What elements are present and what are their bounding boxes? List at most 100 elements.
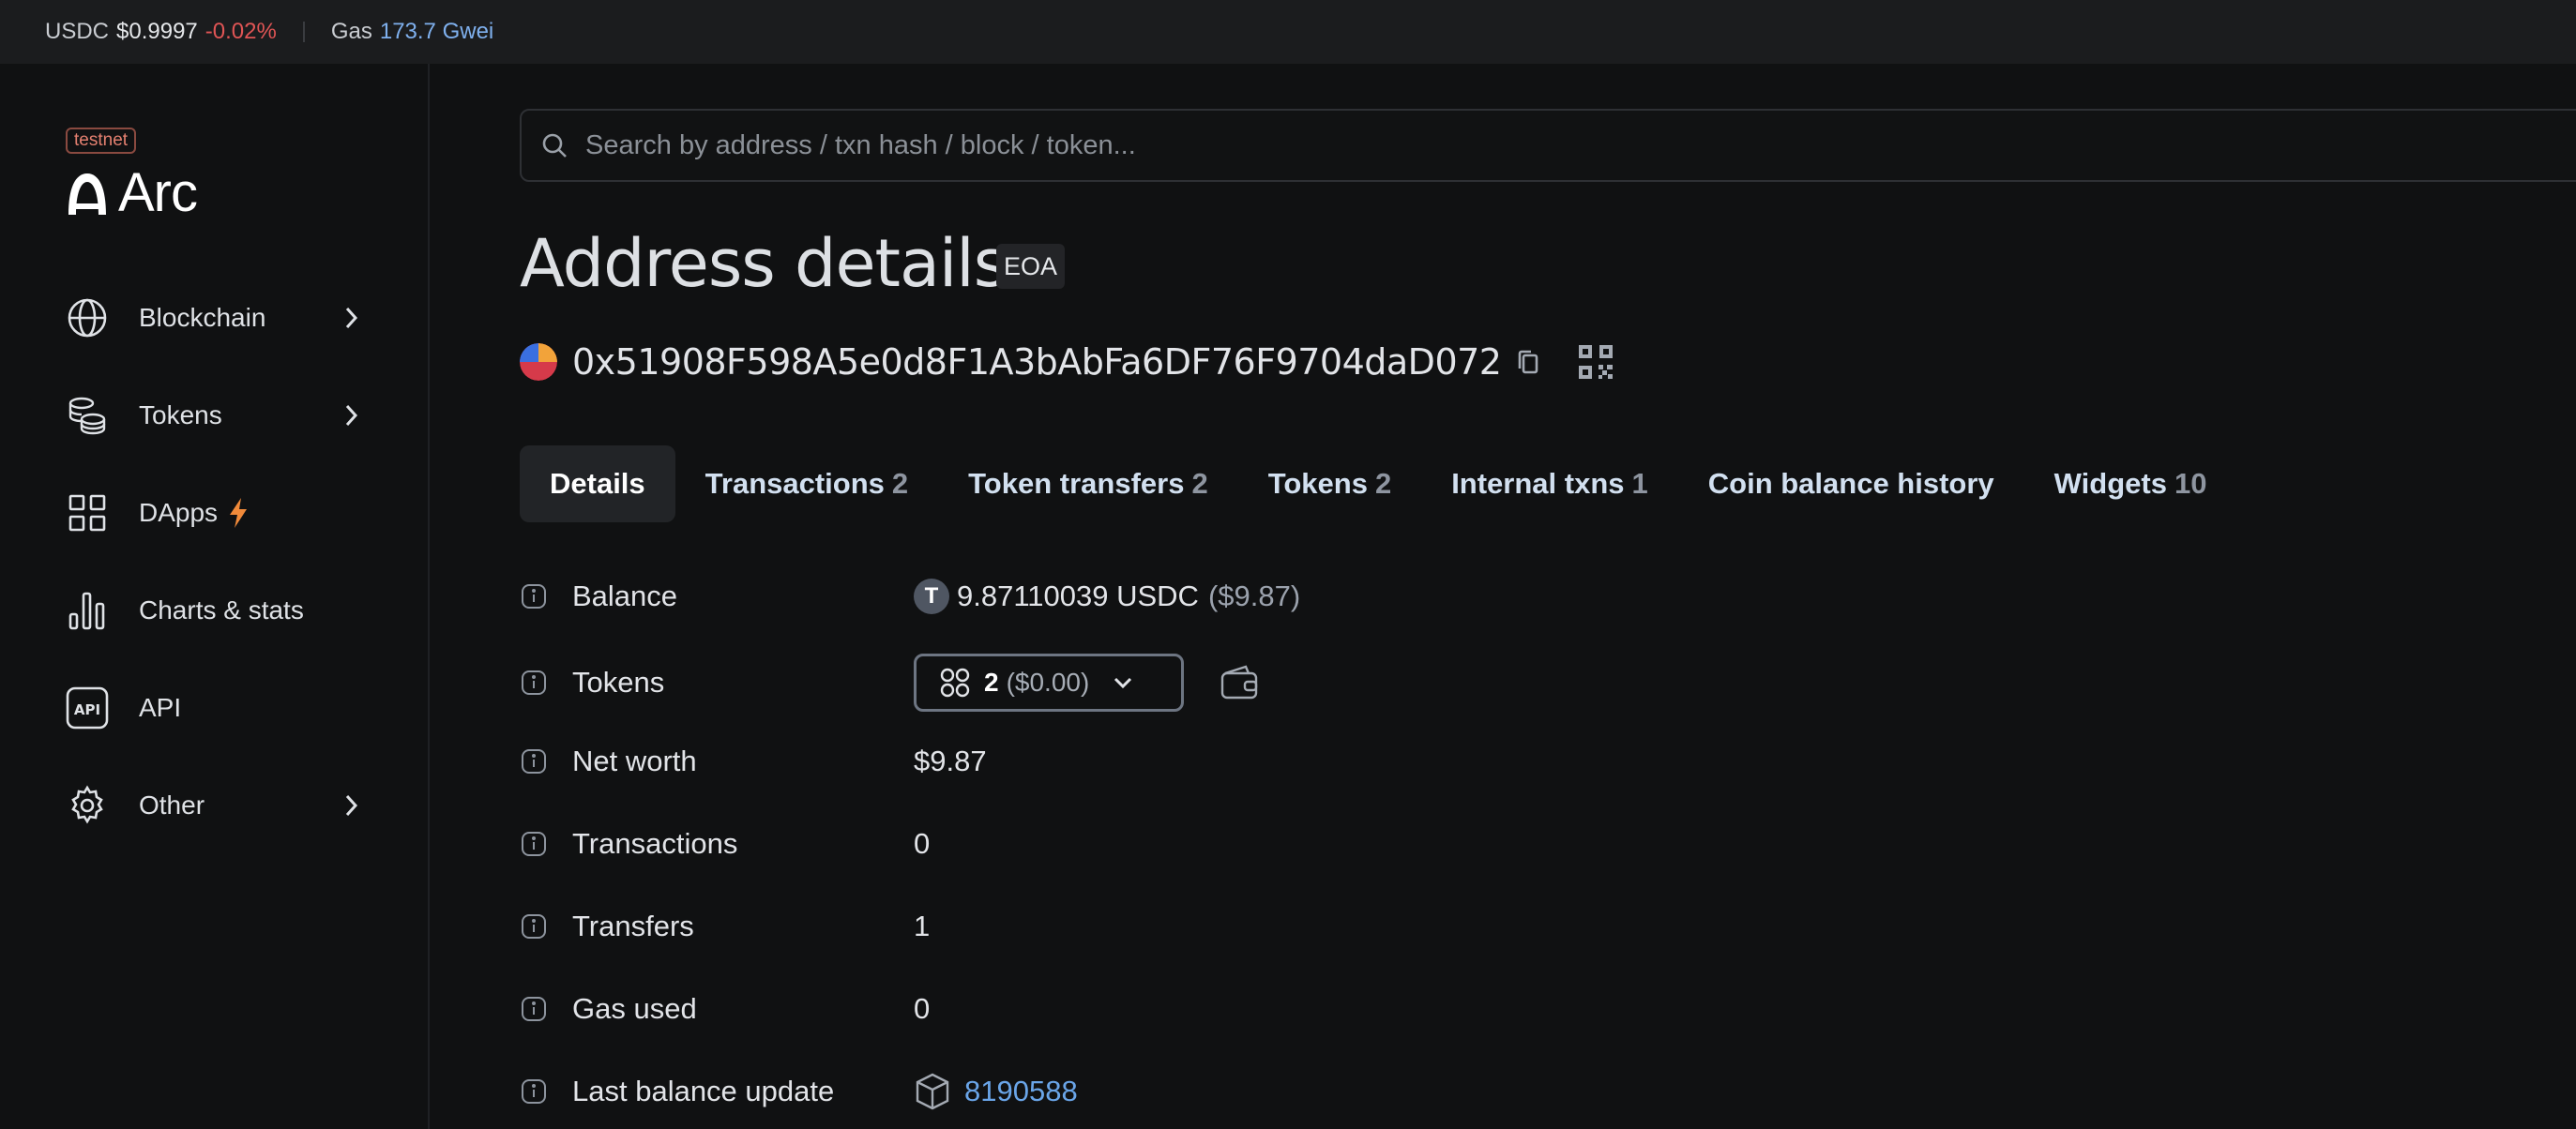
sidebar: testnet Arc Blockchain Tokens DApps Char…	[0, 64, 430, 1129]
tab-count: 2	[891, 467, 909, 500]
sidebar-item-label: DApps	[139, 498, 219, 527]
tab-label: Widgets	[2053, 467, 2167, 500]
detail-row-gas-used: Gas used 0	[520, 981, 2021, 1037]
sidebar-item-tokens[interactable]: Tokens	[64, 387, 373, 444]
token-symbol: USDC	[45, 19, 110, 44]
qr-code-icon[interactable]	[1578, 344, 1614, 380]
info-icon[interactable]	[520, 1077, 548, 1106]
svg-text:API: API	[74, 701, 100, 718]
tab-transactions[interactable]: Transactions 2	[675, 445, 939, 522]
detail-row-transfers: Transfers 1	[520, 898, 2021, 955]
tab-label: Details	[550, 467, 645, 500]
block-cube-icon	[916, 1073, 949, 1110]
detail-row-balance: Balance T 9.87110039 USDC ($9.87)	[520, 568, 2021, 625]
sidebar-item-label: Blockchain	[139, 303, 266, 332]
address-row: 0x51908F598A5e0d8F1A3bAbFa6DF76F9704daD0…	[520, 341, 1614, 383]
bar-chart-icon	[64, 587, 111, 634]
info-icon[interactable]	[520, 669, 548, 697]
detail-label: Transfers	[572, 910, 694, 942]
tab-widgets[interactable]: Widgets 10	[2024, 445, 2237, 522]
transfers-link[interactable]: 1	[914, 910, 930, 943]
tab-label: Tokens	[1267, 467, 1368, 500]
search-icon	[542, 133, 567, 158]
detail-value: T 9.87110039 USDC ($9.87)	[914, 579, 1300, 614]
lightning-icon	[230, 498, 248, 528]
tab-internal-txns[interactable]: Internal txns 1	[1421, 445, 1678, 522]
tab-details[interactable]: Details	[520, 445, 675, 522]
coins-icon	[64, 392, 111, 439]
tab-count: 10	[2174, 467, 2207, 500]
detail-row-transactions: Transactions 0	[520, 816, 2021, 872]
sidebar-item-api[interactable]: API API	[64, 680, 373, 736]
info-icon[interactable]	[520, 995, 548, 1023]
address-hash: 0x51908F598A5e0d8F1A3bAbFa6DF76F9704daD0…	[572, 341, 1502, 383]
tab-count: 2	[1191, 467, 1208, 500]
logo-text: Arc	[118, 162, 198, 223]
tab-label: Internal txns	[1451, 467, 1625, 500]
detail-row-tokens: Tokens 2 ($0.00)	[520, 650, 2021, 715]
token-price: $0.9997	[116, 19, 198, 44]
detail-label: Transactions	[572, 827, 738, 860]
search-bar[interactable]	[520, 109, 2576, 182]
detail-label: Last balance update	[572, 1075, 835, 1107]
gas-used-value: 0	[914, 992, 931, 1025]
sidebar-item-label: Tokens	[139, 400, 222, 429]
detail-label: Tokens	[572, 666, 665, 699]
sidebar-item-label: Charts & stats	[139, 595, 304, 625]
chevron-right-icon	[345, 794, 358, 817]
sidebar-item-label: API	[139, 693, 182, 722]
info-icon[interactable]	[520, 582, 548, 610]
logo[interactable]: Arc	[66, 161, 198, 224]
block-number-link[interactable]: 8190588	[964, 1075, 1078, 1108]
gear-icon	[64, 782, 111, 829]
tab-token-transfers[interactable]: Token transfers 2	[938, 445, 1238, 522]
detail-row-last-balance-update: Last balance update 8190588	[520, 1063, 2021, 1120]
sidebar-item-other[interactable]: Other	[64, 777, 373, 834]
info-icon[interactable]	[520, 747, 548, 775]
chevron-right-icon	[345, 404, 358, 427]
testnet-badge: testnet	[66, 128, 137, 154]
sidebar-item-charts[interactable]: Charts & stats	[64, 582, 373, 639]
tab-count: 1	[1631, 467, 1648, 500]
detail-row-net-worth: Net worth $9.87	[520, 733, 2021, 790]
copy-icon[interactable]	[1516, 348, 1540, 376]
tokens-dropdown[interactable]: 2 ($0.00)	[914, 654, 1184, 712]
divider	[302, 22, 305, 42]
tab-tokens[interactable]: Tokens 2	[1238, 445, 1421, 522]
sidebar-item-blockchain[interactable]: Blockchain	[64, 290, 373, 346]
detail-value: 8190588	[914, 1072, 1078, 1111]
tab-label: Transactions	[705, 467, 885, 500]
api-icon: API	[64, 685, 111, 731]
search-input[interactable]	[585, 129, 1993, 161]
detail-label: Gas used	[572, 992, 697, 1025]
arc-logo-icon	[68, 173, 106, 215]
info-icon[interactable]	[520, 912, 548, 941]
sidebar-item-dapps[interactable]: DApps	[64, 485, 373, 541]
chevron-right-icon	[345, 307, 358, 329]
gas-label: Gas	[330, 19, 372, 44]
address-avatar	[520, 343, 557, 381]
balance-usd: ($9.87)	[1207, 580, 1301, 612]
usdc-token-icon: T	[914, 579, 949, 614]
wallet-icon[interactable]	[1220, 665, 1259, 700]
tokens-usd: ($0.00)	[1006, 668, 1090, 697]
address-tabs: Details Transactions 2 Token transfers 2…	[520, 445, 2236, 522]
gas-price[interactable]: 173.7 Gwei	[380, 19, 493, 45]
detail-label: Balance	[572, 580, 678, 612]
chevron-down-icon	[1114, 677, 1132, 689]
tokens-grid-icon	[940, 668, 970, 698]
tab-count: 2	[1374, 467, 1392, 500]
tab-label: Coin balance history	[1707, 467, 1994, 500]
balance-amount: 9.87110039 USDC	[957, 580, 1199, 612]
tab-coin-balance-history[interactable]: Coin balance history	[1678, 445, 2024, 522]
top-stats-bar: USDC $0.9997 -0.02% Gas 173.7 Gwei	[0, 0, 2576, 64]
page-title: Address details	[520, 225, 1008, 302]
net-worth-value: $9.87	[914, 745, 987, 777]
tokens-count: 2	[984, 668, 999, 697]
info-icon[interactable]	[520, 830, 548, 858]
globe-icon	[64, 294, 111, 341]
address-type-badge: EOA	[996, 244, 1066, 289]
detail-value: 2 ($0.00)	[914, 654, 1259, 712]
transactions-value: 0	[914, 827, 931, 860]
price-change: -0.02%	[205, 19, 277, 44]
